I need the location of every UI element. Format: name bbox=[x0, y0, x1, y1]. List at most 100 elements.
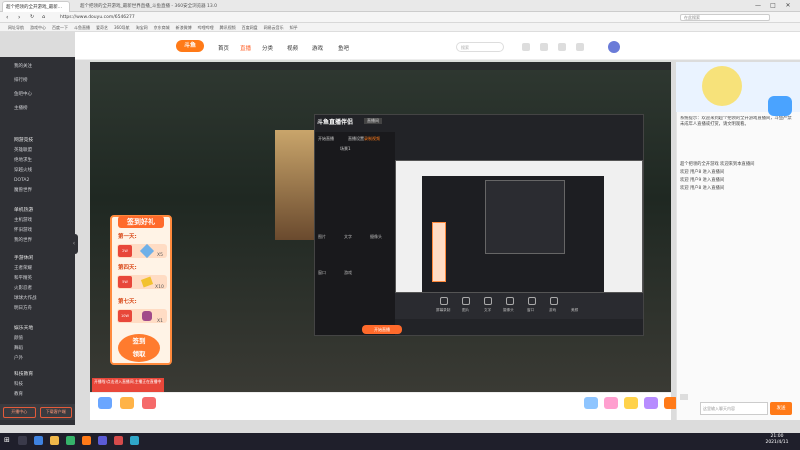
nav-games[interactable]: 游戏 bbox=[312, 44, 323, 52]
sidebar-item-rank[interactable]: 排行榜 bbox=[0, 76, 75, 86]
sidebar-item-follow[interactable]: 我的关注 bbox=[0, 62, 75, 72]
sidebar-item-fishbar[interactable]: 鱼吧中心 bbox=[0, 90, 75, 100]
sidebar-collapse-handle[interactable]: ‹ bbox=[70, 234, 78, 254]
sidebar-category[interactable]: 户外 bbox=[0, 354, 75, 364]
nav-video[interactable]: 视频 bbox=[287, 44, 298, 52]
forward-icon[interactable]: › bbox=[18, 14, 26, 21]
bookmark-item[interactable]: 淘宝网 bbox=[136, 23, 148, 31]
refresh-icon[interactable]: ↻ bbox=[30, 14, 38, 21]
sidebar-category[interactable]: 英雄联盟 bbox=[0, 146, 75, 156]
gift-item-icon[interactable] bbox=[624, 397, 638, 409]
app-icon[interactable] bbox=[98, 436, 107, 445]
app-source-label[interactable]: 游戏 bbox=[344, 270, 352, 276]
app-source-label[interactable]: 摄像头 bbox=[370, 234, 382, 240]
sidebar-category[interactable]: 主机游戏 bbox=[0, 216, 75, 226]
app-menu-item[interactable]: 直播设置 bbox=[348, 136, 364, 142]
sidebar-category[interactable]: 怀旧游戏 bbox=[0, 226, 75, 236]
download-icon[interactable] bbox=[558, 43, 566, 51]
sidebar-category[interactable]: 王者荣耀 bbox=[0, 264, 75, 274]
app-source-label[interactable]: 窗口 bbox=[318, 270, 326, 276]
bookmark-item[interactable]: 爱奇艺 bbox=[96, 23, 108, 31]
gift-box-icon[interactable] bbox=[142, 397, 156, 409]
game-icon[interactable] bbox=[550, 297, 558, 305]
sidebar-category[interactable]: 和平精英 bbox=[0, 274, 75, 284]
gift-item-icon[interactable] bbox=[644, 397, 658, 409]
sidebar-category[interactable]: 绝地求生 bbox=[0, 156, 75, 166]
start-stream-button[interactable]: 开始直播 bbox=[362, 325, 402, 334]
site-logo[interactable]: 斗鱼 bbox=[176, 40, 204, 52]
maximize-button[interactable]: □ bbox=[767, 2, 779, 10]
back-icon[interactable]: ‹ bbox=[6, 14, 14, 21]
browser-search-input[interactable]: 在此搜索 bbox=[680, 14, 770, 21]
minimize-button[interactable]: — bbox=[752, 2, 764, 10]
app-menu-item[interactable]: 开始直播 bbox=[318, 136, 334, 142]
app-menu-item[interactable]: 录制视频 bbox=[364, 136, 380, 142]
text-icon[interactable] bbox=[484, 297, 492, 305]
chat-input[interactable]: 这里输入聊天内容 bbox=[700, 402, 768, 415]
bookmark-item[interactable]: 网易云音乐 bbox=[264, 23, 284, 31]
gift-item-icon[interactable] bbox=[584, 397, 598, 409]
folder-icon[interactable] bbox=[50, 436, 59, 445]
live-notice[interactable]: 开播啦!点击进入直播间,主播正在直播中 bbox=[92, 378, 164, 393]
camera-icon[interactable] bbox=[506, 297, 514, 305]
sidebar-category[interactable]: 我的世界 bbox=[0, 236, 75, 246]
sidebar-category[interactable]: 明日方舟 bbox=[0, 304, 75, 314]
nav-live[interactable]: 直播 bbox=[240, 44, 251, 52]
app-icon[interactable] bbox=[66, 436, 75, 445]
bookmark-item[interactable]: 网址导航 bbox=[8, 23, 24, 31]
bookmark-item[interactable]: 知乎 bbox=[290, 23, 298, 31]
history-icon[interactable] bbox=[522, 43, 530, 51]
promo-badge[interactable] bbox=[768, 96, 792, 116]
sidebar-category[interactable]: 球球大作战 bbox=[0, 294, 75, 304]
site-search-input[interactable]: 搜索 bbox=[456, 42, 504, 52]
download-client-button[interactable]: 下载客户端 bbox=[39, 407, 72, 418]
image-icon[interactable] bbox=[462, 297, 470, 305]
start-live-button[interactable]: 开播中心 bbox=[3, 407, 36, 418]
avatar[interactable] bbox=[608, 41, 620, 53]
sidebar-item-anchor[interactable]: 主播榜 bbox=[0, 104, 75, 114]
bookmark-item[interactable]: 360导航 bbox=[114, 23, 130, 31]
app-icon[interactable] bbox=[114, 436, 123, 445]
sidebar-category[interactable]: 科技 bbox=[0, 380, 75, 390]
message-icon[interactable] bbox=[576, 43, 584, 51]
scene-label[interactable]: 场景1 bbox=[340, 146, 351, 152]
screen-record-icon[interactable] bbox=[440, 297, 448, 305]
signin-claim-button[interactable]: 签到 领取 bbox=[118, 334, 160, 362]
sidebar-category[interactable]: 穿越火线 bbox=[0, 166, 75, 176]
browser-tab-active[interactable]: 超个把领的全开游戏_最新... bbox=[2, 1, 70, 12]
sidebar-category[interactable]: 舞蹈 bbox=[0, 344, 75, 354]
sidebar-category[interactable]: 魔兽世界 bbox=[0, 186, 75, 196]
start-icon[interactable]: ⊞ bbox=[4, 436, 13, 445]
close-button[interactable]: ✕ bbox=[782, 2, 794, 10]
bookmark-item[interactable]: 游戏中心 bbox=[30, 23, 46, 31]
app-source-label[interactable]: 图片 bbox=[318, 234, 326, 240]
follow-icon[interactable] bbox=[540, 43, 548, 51]
send-button[interactable]: 发送 bbox=[770, 402, 792, 415]
sidebar-category[interactable]: 火影忍者 bbox=[0, 284, 75, 294]
emoji-icon[interactable] bbox=[680, 394, 688, 400]
app-source-label[interactable]: 文字 bbox=[344, 234, 352, 240]
gift-box-icon[interactable] bbox=[120, 397, 134, 409]
window-icon[interactable] bbox=[528, 297, 536, 305]
douyu-icon[interactable] bbox=[82, 436, 91, 445]
nav-fishbar[interactable]: 鱼吧 bbox=[338, 44, 349, 52]
sidebar-category[interactable]: 教育 bbox=[0, 390, 75, 400]
nav-home[interactable]: 首页 bbox=[218, 44, 229, 52]
bookmark-item[interactable]: 哔哩哔哩 bbox=[198, 23, 214, 31]
bookmark-item[interactable]: 百度网盘 bbox=[242, 23, 258, 31]
sidebar-category[interactable]: 颜值 bbox=[0, 334, 75, 344]
bookmark-item[interactable]: 斗鱼直播 bbox=[74, 23, 90, 31]
nav-category[interactable]: 分类 bbox=[262, 44, 273, 52]
user-level-icon[interactable] bbox=[98, 397, 112, 409]
home-icon[interactable]: ⌂ bbox=[42, 14, 50, 21]
taskbar-clock[interactable]: 21:00 2021/4/11 bbox=[762, 434, 792, 446]
search-icon[interactable] bbox=[18, 436, 27, 445]
app-icon[interactable] bbox=[130, 436, 139, 445]
gift-item-icon[interactable] bbox=[604, 397, 618, 409]
app-tab[interactable]: 直播间 bbox=[364, 118, 382, 124]
browser-icon[interactable] bbox=[34, 436, 43, 445]
bookmark-item[interactable]: 京东商城 bbox=[154, 23, 170, 31]
url-input[interactable]: https://www.douyu.com/6546277 bbox=[60, 14, 480, 21]
sidebar-category[interactable]: DOTA2 bbox=[0, 176, 75, 186]
bookmark-item[interactable]: 百度一下 bbox=[52, 23, 68, 31]
